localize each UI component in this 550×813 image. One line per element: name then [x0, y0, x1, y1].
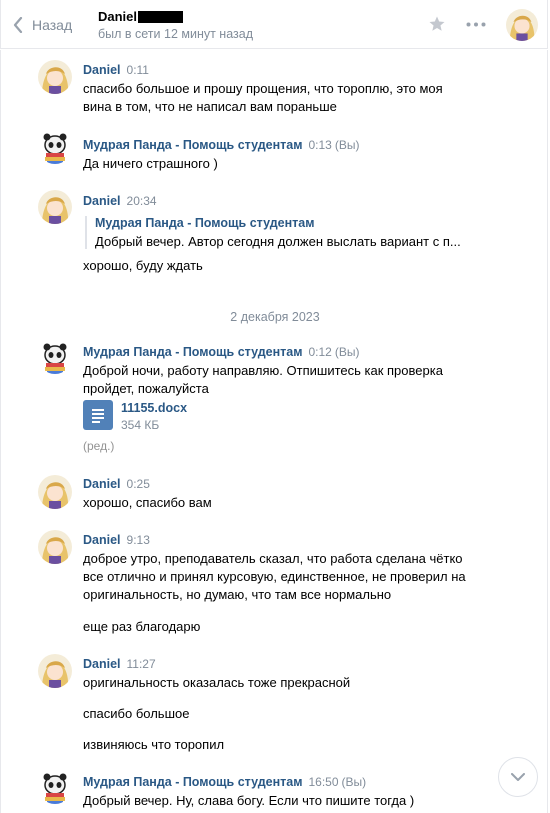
scroll-down-button[interactable] — [498, 757, 538, 797]
back-button[interactable]: Назад — [13, 13, 72, 37]
quote-text: Добрый вечер. Автор сегодня должен высла… — [95, 234, 461, 249]
file-attachment[interactable]: 11155.docx 354 КБ — [83, 400, 187, 432]
message-author[interactable]: Daniel — [83, 63, 121, 77]
message-time[interactable]: 11:27 — [127, 657, 156, 671]
message-time[interactable]: 0:11 — [127, 63, 149, 77]
you-label: (Вы) — [341, 775, 367, 789]
message-time[interactable]: 0:25 — [127, 477, 150, 491]
file-name[interactable]: 11155.docx — [121, 401, 187, 415]
message: Daniel 11:27 оригинальность оказалась тож… — [83, 656, 483, 754]
message-text: спасибо большое и прошу прощения, что то… — [83, 81, 443, 114]
document-icon — [83, 400, 113, 430]
message-author[interactable]: Мудрая Панда - Помощь студентам — [83, 775, 302, 789]
message: Мудрая Панда - Помощь студентам 0:12 (Вы) … — [83, 344, 483, 398]
star-icon[interactable] — [428, 15, 446, 33]
message-author[interactable]: Daniel — [83, 477, 121, 491]
message: Daniel 0:25 хорошо, спасибо вам — [83, 476, 483, 512]
message-author[interactable]: Daniel — [83, 533, 121, 547]
avatar[interactable] — [38, 654, 72, 688]
message-text: доброе утро, преподаватель сказал, что р… — [83, 551, 466, 634]
chevron-left-icon — [13, 17, 23, 33]
message-time[interactable]: 20:34 — [127, 194, 157, 208]
message-history: Daniel 0:11 спасибо большое и прошу проще… — [0, 50, 548, 813]
message-text: Добрый вечер. Ну, слава богу. Если что п… — [83, 793, 415, 808]
avatar[interactable] — [38, 770, 72, 804]
quote-author: Мудрая Панда - Помощь студентам — [95, 216, 315, 230]
avatar[interactable] — [38, 130, 72, 164]
avatar[interactable] — [38, 340, 72, 374]
message-text: Доброй ночи, работу направляю. Отпишитес… — [83, 363, 443, 396]
message: Мудрая Панда - Помощь студентам 0:13 (Вы) … — [83, 137, 483, 173]
message-text: хорошо, спасибо вам — [83, 495, 212, 510]
message-time[interactable]: 0:12 — [308, 345, 331, 359]
file-size: 354 КБ — [121, 418, 160, 432]
message-time[interactable]: 16:50 — [308, 775, 338, 789]
date-separator: 2 декабря 2023 — [230, 310, 320, 324]
avatar[interactable] — [38, 60, 72, 94]
peer-avatar[interactable] — [506, 9, 538, 41]
message: Daniel 20:34 Мудрая Панда - Помощь студен… — [83, 193, 483, 275]
reply-quote[interactable]: Мудрая Панда - Помощь студентам Добрый в… — [85, 216, 483, 249]
peer-status: был в сети 12 минут назад — [98, 27, 253, 41]
you-label: (Вы) — [334, 138, 360, 152]
chat-header: Назад Daniel был в сети 12 минут назад — [0, 0, 548, 49]
message: Мудрая Панда - Помощь студентам 16:50 (Вы)… — [83, 774, 483, 810]
message-text: Да ничего страшного ) — [83, 156, 218, 171]
message-author[interactable]: Daniel — [83, 657, 121, 671]
back-label: Назад — [32, 17, 73, 33]
message-time[interactable]: 9:13 — [127, 533, 150, 547]
redaction-bar — [138, 10, 184, 23]
peer-name: Daniel — [98, 9, 138, 24]
you-label: (Вы) — [334, 345, 360, 359]
chevron-down-icon — [511, 772, 525, 781]
more-icon[interactable] — [466, 22, 486, 27]
message: Daniel 9:13 доброе утро, преподаватель ск… — [83, 532, 483, 636]
message-text: хорошо, буду ждать — [83, 258, 203, 273]
message-text: оригинальность оказалась тоже прекрасной… — [83, 675, 351, 752]
avatar[interactable] — [38, 530, 72, 564]
message-author[interactable]: Мудрая Панда - Помощь студентам — [83, 345, 302, 359]
peer-info[interactable]: Daniel был в сети 12 минут назад — [98, 8, 253, 41]
edited-label: (ред.) — [83, 439, 115, 453]
message: Daniel 0:11 спасибо большое и прошу проще… — [83, 62, 483, 116]
message-author[interactable]: Мудрая Панда - Помощь студентам — [83, 138, 302, 152]
message-author[interactable]: Daniel — [83, 194, 121, 208]
avatar[interactable] — [38, 190, 72, 224]
message-time[interactable]: 0:13 — [308, 138, 331, 152]
avatar[interactable] — [38, 475, 72, 509]
